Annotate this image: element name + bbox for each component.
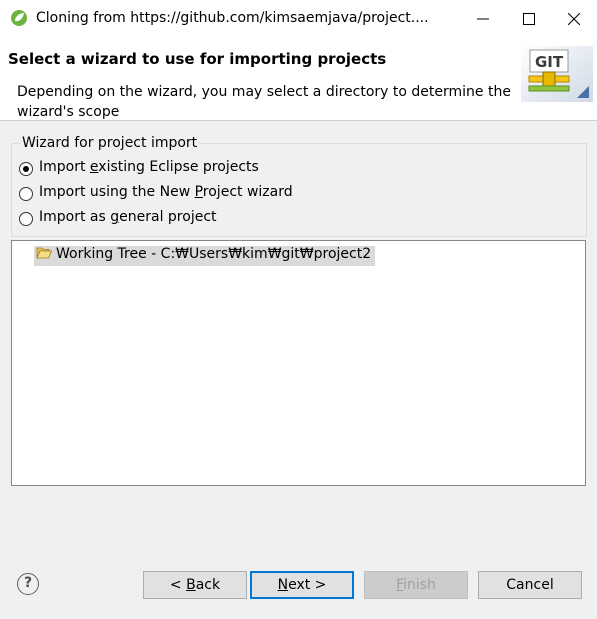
wizard-header: Select a wizard to use for importing pro… (0, 38, 597, 121)
close-button[interactable] (551, 0, 597, 38)
git-banner-icon: GIT (521, 46, 593, 102)
minimize-icon (477, 18, 489, 20)
radio-label: Import using the New Project wizard (39, 184, 293, 200)
help-button[interactable]: ? (17, 573, 39, 595)
wizard-title: Select a wizard to use for importing pro… (8, 50, 387, 68)
window-title: Cloning from https://github.com/kimsaemj… (36, 10, 429, 26)
tree-item-label: Working Tree - C:₩Users₩kim₩git₩project2 (56, 246, 372, 262)
radio-label: Import as general project (39, 209, 217, 225)
finish-button: Finish (364, 571, 468, 599)
tree-item[interactable]: Working Tree - C:₩Users₩kim₩git₩project2 (34, 246, 376, 266)
maximize-icon (523, 13, 535, 25)
wizard-description: Depending on the wizard, you may select … (17, 84, 511, 120)
git-banner-text: GIT (535, 53, 564, 71)
spring-app-icon (11, 10, 27, 26)
back-button[interactable]: < Back (143, 571, 247, 599)
minimize-button[interactable] (460, 0, 506, 38)
close-icon (568, 13, 580, 25)
help-icon: ? (23, 575, 33, 591)
title-bar: Cloning from https://github.com/kimsaemj… (0, 0, 597, 38)
radio-button[interactable] (19, 187, 33, 201)
radio-button-checked[interactable] (19, 162, 33, 176)
next-button[interactable]: Next > (250, 571, 354, 599)
cancel-button[interactable]: Cancel (478, 571, 582, 599)
maximize-button[interactable] (506, 0, 552, 38)
folder-open-icon (36, 247, 52, 259)
group-legend: Wizard for project import (20, 135, 200, 151)
radio-label: Import existing Eclipse projects (39, 159, 259, 175)
radio-button[interactable] (19, 212, 33, 226)
project-tree[interactable]: Working Tree - C:₩Users₩kim₩git₩project2 (11, 240, 586, 486)
